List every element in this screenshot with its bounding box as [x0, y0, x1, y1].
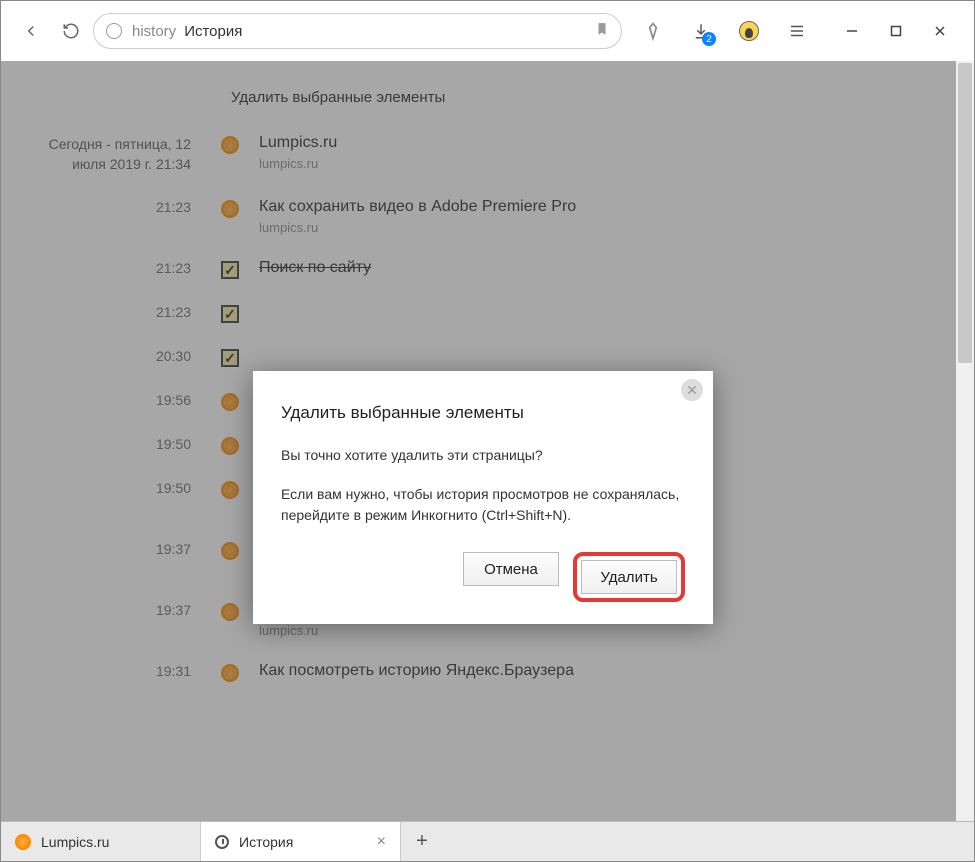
tab-bar: Lumpics.ru История × + [1, 821, 974, 861]
window-maximize[interactable] [874, 12, 918, 50]
history-checkbox[interactable]: ✓ [221, 261, 239, 279]
bookmark-icon[interactable] [595, 22, 609, 41]
tab-favicon [15, 834, 31, 850]
downloads-button[interactable]: 2 [682, 12, 720, 50]
history-item-domain: lumpics.ru [259, 220, 576, 235]
tab-lumpics[interactable]: Lumpics.ru [1, 822, 201, 861]
history-date-label: Сегодня - пятница, 12 июля 2019 г. 21:34 [1, 134, 215, 174]
history-row: 21:23 ✓ [1, 297, 934, 341]
history-time: 19:50 [1, 479, 215, 496]
back-button[interactable] [13, 13, 49, 49]
site-favicon [221, 542, 239, 560]
yandex-services-icon[interactable] [634, 12, 672, 50]
history-time: 19:56 [1, 391, 215, 408]
history-time: 21:23 [1, 303, 215, 320]
history-icon [215, 835, 229, 849]
history-item-title[interactable]: Поиск по сайту [259, 259, 371, 277]
history-item-title[interactable]: Lumpics.ru [259, 134, 337, 152]
history-item-domain: lumpics.ru [259, 156, 337, 171]
tab-close-icon[interactable]: × [377, 833, 386, 851]
history-checkbox[interactable]: ✓ [221, 305, 239, 323]
menu-button[interactable] [778, 12, 816, 50]
dialog-text-1: Вы точно хотите удалить эти страницы? [281, 445, 685, 466]
profile-button[interactable] [730, 12, 768, 50]
history-time: 19:50 [1, 435, 215, 452]
history-item-title[interactable]: Как посмотреть историю Яндекс.Браузера [259, 662, 574, 680]
delete-button-highlight: Удалить [573, 552, 685, 602]
history-checkbox[interactable]: ✓ [221, 349, 239, 367]
window-minimize[interactable] [830, 12, 874, 50]
scrollbar-thumb[interactable] [958, 63, 972, 363]
site-favicon [221, 603, 239, 621]
address-bar[interactable]: history История [93, 13, 622, 49]
new-tab-button[interactable]: + [401, 822, 443, 861]
reload-button[interactable] [53, 13, 89, 49]
site-favicon [221, 664, 239, 682]
site-favicon [221, 437, 239, 455]
history-time: 21:23 [1, 259, 215, 276]
site-favicon [221, 200, 239, 218]
history-time: 19:31 [1, 662, 215, 679]
downloads-badge: 2 [702, 32, 716, 46]
toolbar-right: 2 [626, 12, 962, 50]
history-item-domain: lumpics.ru [259, 623, 587, 638]
tab-label: Lumpics.ru [41, 834, 109, 850]
dialog-close-icon[interactable]: ✕ [681, 379, 703, 401]
browser-toolbar: history История 2 [1, 1, 974, 61]
tab-history[interactable]: История × [201, 822, 401, 861]
history-row: 21:23 ✓ Поиск по сайту [1, 253, 934, 297]
site-favicon [221, 481, 239, 499]
dialog-text-2: Если вам нужно, чтобы история просмотров… [281, 484, 685, 526]
history-time: 20:30 [1, 347, 215, 364]
history-row: 19:31 Как посмотреть историю Яндекс.Брау… [1, 656, 934, 700]
address-text: history История [132, 23, 242, 40]
cancel-button[interactable]: Отмена [463, 552, 559, 586]
site-identity-icon [106, 23, 122, 39]
scrollbar[interactable]: ▲ [956, 61, 974, 821]
history-time: 19:37 [1, 601, 215, 618]
history-item-title[interactable]: Как сохранить видео в Adobe Premiere Pro [259, 198, 576, 216]
history-row: Сегодня - пятница, 12 июля 2019 г. 21:34… [1, 128, 934, 192]
tab-label: История [239, 834, 293, 850]
delete-button[interactable]: Удалить [581, 560, 677, 594]
history-row: 21:23 Как сохранить видео в Adobe Premie… [1, 192, 934, 253]
confirm-delete-dialog: ✕ Удалить выбранные элементы Вы точно хо… [253, 371, 713, 624]
history-time: 19:37 [1, 540, 215, 557]
delete-selected-header[interactable]: Удалить выбранные элементы [1, 89, 934, 106]
window-close[interactable] [918, 12, 962, 50]
history-time: 21:23 [1, 198, 215, 215]
site-favicon [221, 393, 239, 411]
dialog-title: Удалить выбранные элементы [281, 403, 685, 423]
site-favicon [221, 136, 239, 154]
